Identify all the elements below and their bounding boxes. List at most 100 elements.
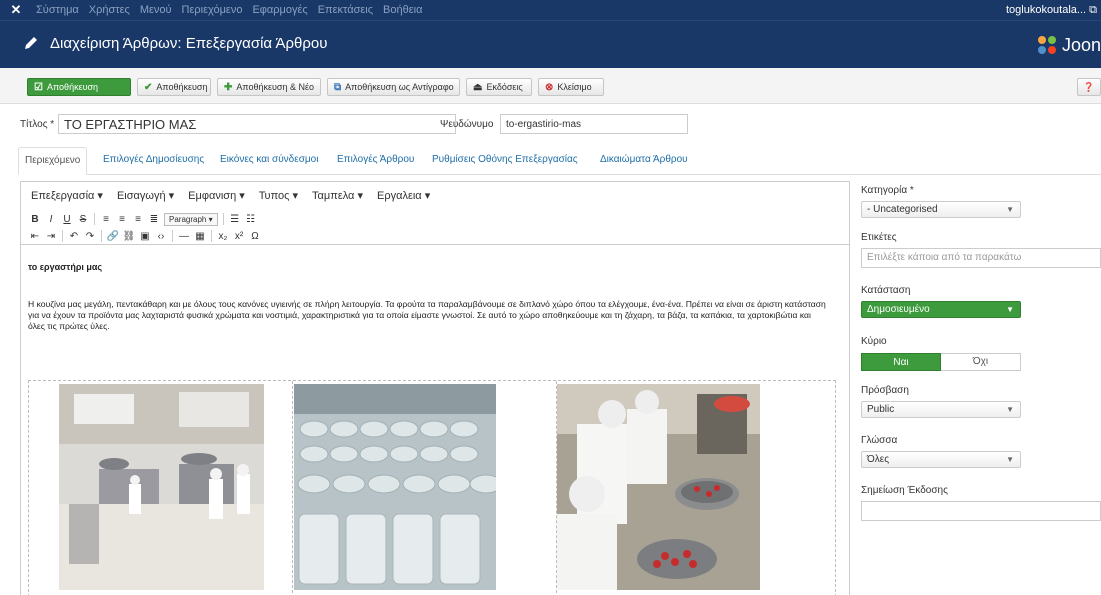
- versions-icon: ⏏: [473, 81, 483, 93]
- tab-permissions[interactable]: Δικαιώματα Άρθρου: [594, 147, 694, 175]
- chevron-down-icon: ▼: [1006, 405, 1014, 414]
- outdent-icon[interactable]: ⇤: [27, 231, 43, 242]
- jars-photo[interactable]: [294, 384, 496, 590]
- underline-icon[interactable]: U: [59, 214, 75, 225]
- tab-article-options[interactable]: Επιλογές Άρθρου: [331, 147, 420, 175]
- editor-menubar: Επεξεργασία ▾ Εισαγωγή ▾ Εμφανιση ▾ Τυπο…: [21, 182, 849, 209]
- save-new-button[interactable]: ✚ Αποθήκευση & Νέο: [217, 78, 321, 96]
- menu-components[interactable]: Εφαρμογές: [252, 4, 307, 16]
- close-label: Κλείσιμο: [557, 82, 592, 92]
- page-title: Διαχείριση Άρθρων: Επεξεργασία Άρθρου: [50, 35, 328, 52]
- language-value: Όλες: [867, 454, 890, 465]
- tab-publishing[interactable]: Επιλογές Δημοσίευσης: [97, 147, 210, 175]
- special-character-icon[interactable]: Ω: [247, 231, 263, 242]
- format-select[interactable]: Paragraph ▾: [164, 212, 218, 226]
- indent-icon[interactable]: ⇥: [43, 231, 59, 242]
- editor-content[interactable]: το εργαστήρι μας Η κουζίνα μας μεγάλη, π…: [21, 244, 849, 595]
- align-left-icon[interactable]: ≡: [98, 214, 114, 225]
- redo-icon[interactable]: ↷: [82, 231, 98, 242]
- category-value: - Uncategorised: [867, 204, 938, 215]
- undo-icon[interactable]: ↶: [66, 231, 82, 242]
- menu-help[interactable]: Βοήθεια: [383, 4, 422, 16]
- align-center-icon[interactable]: ≡: [114, 214, 130, 225]
- format-select-value: Paragraph: [169, 214, 207, 224]
- align-justify-icon[interactable]: ≣: [146, 214, 162, 225]
- numbered-list-icon[interactable]: ☷: [243, 214, 259, 225]
- menu-extensions[interactable]: Επεκτάσεις: [318, 4, 373, 16]
- title-label: Τίτλος *: [20, 119, 55, 130]
- italic-icon[interactable]: I: [43, 214, 59, 225]
- toolbar: ☑ Αποθήκευση ✔ Αποθήκευση ✚ Αποθήκευση &…: [0, 68, 1101, 104]
- table-icon[interactable]: ▦: [192, 231, 208, 242]
- check-icon: ✔: [144, 81, 153, 93]
- editor-menu-format[interactable]: Τυπος ▾: [259, 189, 298, 202]
- subscript-icon[interactable]: x₂: [215, 231, 231, 242]
- bold-icon[interactable]: B: [27, 214, 43, 225]
- save-label: Αποθήκευση: [156, 82, 208, 92]
- featured-yes-button[interactable]: Ναι: [861, 353, 941, 371]
- joomla-brand-text: Joon: [1061, 34, 1101, 55]
- top-menubar: ✕ Σύστημα Χρήστες Μενού Περιεχόμενο Εφαρ…: [0, 0, 1101, 20]
- versions-button[interactable]: ⏏ Εκδόσεις: [466, 78, 532, 96]
- alias-label: Ψευδώνυμο: [440, 119, 494, 130]
- content-paragraph: Η κουζίνα μας μεγάλη, πεντακάθαρη και με…: [28, 299, 826, 331]
- workers-photo[interactable]: [557, 384, 760, 590]
- language-label: Γλώσσα: [861, 435, 898, 446]
- rich-text-editor: Επεξεργασία ▾ Εισαγωγή ▾ Εμφανιση ▾ Τυπο…: [20, 181, 850, 595]
- featured-no-button[interactable]: Όχι: [941, 353, 1021, 371]
- menu-users[interactable]: Χρήστες: [89, 4, 130, 16]
- content-heading: το εργαστήρι μας: [28, 262, 103, 272]
- alias-input[interactable]: to-ergastirio-mas: [500, 114, 688, 134]
- user-menu[interactable]: toglukokoutala... ⧉: [1006, 0, 1097, 20]
- editor-menu-edit[interactable]: Επεξεργασία ▾: [31, 189, 103, 202]
- category-label: Κατηγορία *: [861, 185, 914, 196]
- editor-menu-table[interactable]: Ταμπελα ▾: [312, 189, 363, 202]
- category-select[interactable]: - Uncategorised ▼: [861, 201, 1021, 218]
- editor-menu-insert[interactable]: Εισαγωγή ▾: [117, 189, 174, 202]
- tags-input[interactable]: Επιλέξτε κάποια από τα παρακάτω: [861, 248, 1101, 268]
- version-note-input[interactable]: [861, 501, 1101, 521]
- kitchen-photo[interactable]: [59, 384, 264, 590]
- superscript-icon[interactable]: x²: [231, 231, 247, 242]
- status-select[interactable]: Δημοσιευμένο ▼: [861, 301, 1021, 318]
- image-icon[interactable]: ▣: [137, 231, 153, 242]
- save-primary-button[interactable]: ☑ Αποθήκευση: [27, 78, 131, 96]
- menu-menus[interactable]: Μενού: [140, 4, 172, 16]
- tab-content[interactable]: Περιεχόμενο: [18, 147, 88, 175]
- strikethrough-icon[interactable]: S: [75, 214, 91, 225]
- link-icon[interactable]: 🔗: [105, 231, 121, 242]
- close-circle-icon: ⊗: [545, 81, 554, 93]
- menu-system[interactable]: Σύστημα: [36, 4, 79, 16]
- editor-menu-view[interactable]: Εμφανιση ▾: [188, 189, 245, 202]
- align-right-icon[interactable]: ≡: [130, 214, 146, 225]
- close-button[interactable]: ⊗ Κλείσιμο: [538, 78, 604, 96]
- editor-toolbar-row-1: B I U S ≡ ≡ ≡ ≣ Paragraph ▾ ☰ ☷: [21, 211, 849, 227]
- joomla-logo-icon[interactable]: ✕: [8, 2, 24, 18]
- status-value: Δημοσιευμένο: [867, 304, 930, 315]
- status-label: Κατάσταση: [861, 285, 911, 296]
- image-table: [28, 380, 836, 595]
- language-select[interactable]: Όλες ▼: [861, 451, 1021, 468]
- unlink-icon[interactable]: ⛓: [121, 231, 137, 242]
- top-menu: Σύστημα Χρήστες Μενού Περιεχόμενο Εφαρμο…: [36, 0, 432, 20]
- access-value: Public: [867, 404, 895, 415]
- horizontal-rule-icon[interactable]: —: [176, 231, 192, 242]
- featured-label: Κύριο: [861, 336, 887, 347]
- editor-menu-tools[interactable]: Εργαλεια ▾: [377, 189, 430, 202]
- menu-content[interactable]: Περιεχόμενο: [182, 4, 243, 16]
- joomla-logo-mark-icon: [1037, 36, 1056, 54]
- help-button[interactable]: ❓: [1077, 78, 1101, 96]
- save-copy-button[interactable]: ⧉ Αποθήκευση ως Αντίγραφο: [327, 78, 460, 96]
- tab-images-links[interactable]: Εικόνες και σύνδεσμοι: [214, 147, 324, 175]
- chevron-down-icon: ▼: [1006, 205, 1014, 214]
- tab-editor-config[interactable]: Ρυθμίσεις Οθόνης Επεξεργασίας: [426, 147, 584, 175]
- featured-toggle: Ναι Όχι: [861, 353, 1021, 371]
- bullet-list-icon[interactable]: ☰: [227, 214, 243, 225]
- save-button[interactable]: ✔ Αποθήκευση: [137, 78, 211, 96]
- code-icon[interactable]: ‹›: [153, 231, 169, 242]
- access-select[interactable]: Public ▼: [861, 401, 1021, 418]
- title-input[interactable]: ΤΟ ΕΡΓΑΣΤΗΡΙΟ ΜΑΣ: [58, 114, 456, 134]
- tags-label: Ετικέτες: [861, 232, 897, 243]
- editor-toolbar-row-2: ⇤ ⇥ ↶ ↷ 🔗 ⛓ ▣ ‹› — ▦ x₂ x² Ω: [21, 228, 849, 244]
- chevron-down-icon: ▼: [1006, 455, 1014, 464]
